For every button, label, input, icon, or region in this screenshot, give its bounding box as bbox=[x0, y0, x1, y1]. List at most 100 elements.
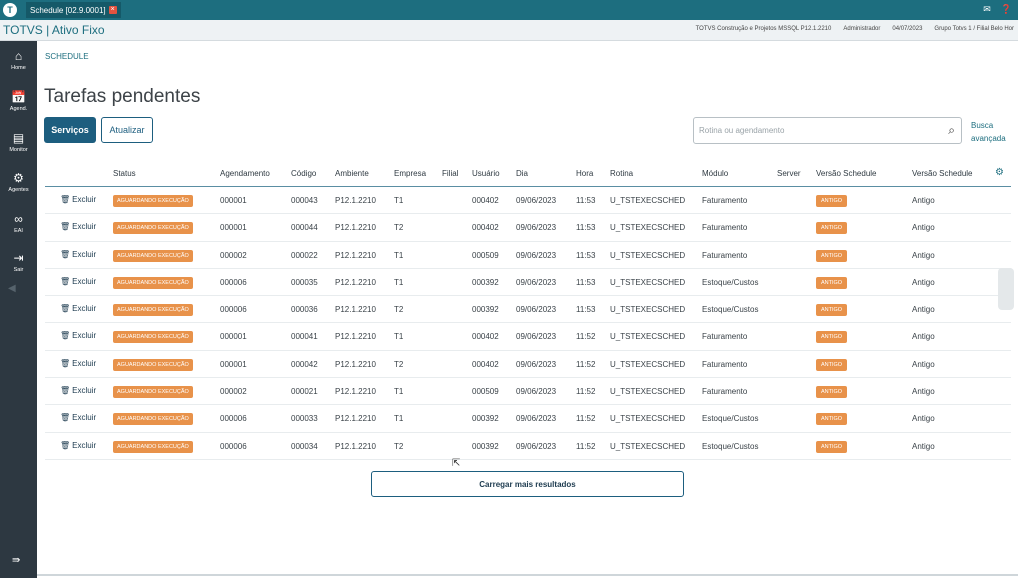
advanced-search-link[interactable]: Busca avançada bbox=[971, 119, 1006, 145]
services-button[interactable]: Serviços bbox=[44, 117, 96, 143]
advanced-search-label-2: avançada bbox=[971, 134, 1006, 143]
cell-dia: 09/06/2023 bbox=[516, 359, 557, 369]
side-scroll-handle[interactable] bbox=[998, 268, 1014, 310]
app-title: TOTVS | Ativo Fixo bbox=[3, 23, 105, 37]
version-badge: ANTIGO bbox=[816, 413, 848, 426]
delete-button[interactable]: 🗑 Excluir bbox=[60, 359, 96, 368]
version-badge: ANTIGO bbox=[816, 386, 848, 399]
table-row[interactable]: 🗑 Excluir AGUARDANDO EXECUÇÃO 000006 000034 P… bbox=[45, 433, 1011, 460]
table-row[interactable]: 🗑 Excluir AGUARDANDO EXECUÇÃO 000001 000041 P… bbox=[45, 323, 1011, 351]
col-usuario[interactable]: Usuário bbox=[472, 169, 500, 178]
delete-button[interactable]: 🗑 Excluir bbox=[60, 331, 96, 340]
sidebar-item-agentes[interactable]: ⚙ Agentes bbox=[0, 171, 37, 193]
expand-menu-icon[interactable]: ⇛ bbox=[12, 555, 20, 566]
cell-modulo: Estoque/Custos bbox=[702, 305, 759, 315]
delete-button[interactable]: 🗑 Excluir bbox=[60, 304, 96, 313]
branch-info: Grupo Totvs 1 / Filial Belo Hor bbox=[934, 26, 1014, 32]
search-input[interactable] bbox=[694, 118, 929, 143]
delete-button[interactable]: 🗑 Excluir bbox=[60, 441, 96, 450]
table-row[interactable]: 🗑 Excluir AGUARDANDO EXECUÇÃO 000006 000036 P… bbox=[45, 296, 1011, 324]
cell-agendamento: 000001 bbox=[220, 359, 247, 369]
sidebar-item-sair[interactable]: ⇥ Sair bbox=[0, 251, 37, 273]
cell-rotina: U_TSTEXECSCHED bbox=[610, 387, 686, 397]
sidebar-item-home[interactable]: ⌂ Home bbox=[0, 49, 37, 71]
cell-ambiente: P12.1.2210 bbox=[335, 223, 376, 233]
product-info: TOTVS Construção e Projetos MSSQL P12.1.… bbox=[695, 26, 832, 32]
delete-label: Excluir bbox=[72, 276, 97, 286]
delete-button[interactable]: 🗑 Excluir bbox=[60, 277, 96, 286]
bottom-divider bbox=[37, 574, 1018, 576]
load-more-button[interactable]: Carregar mais resultados bbox=[371, 471, 684, 497]
cell-modulo: Faturamento bbox=[702, 223, 748, 233]
cell-usuario: 000392 bbox=[472, 441, 499, 451]
cell-dia: 09/06/2023 bbox=[516, 223, 557, 233]
collapse-arrow-icon[interactable]: ◀ bbox=[8, 283, 16, 294]
cell-versao: Antigo bbox=[912, 441, 935, 451]
delete-label: Excluir bbox=[72, 249, 97, 259]
status-badge: AGUARDANDO EXECUÇÃO bbox=[113, 195, 193, 207]
col-codigo[interactable]: Código bbox=[291, 169, 316, 178]
col-versao-schedule-2[interactable]: Versão Schedule bbox=[912, 169, 973, 178]
cell-ambiente: P12.1.2210 bbox=[335, 441, 376, 451]
cell-rotina: U_TSTEXECSCHED bbox=[610, 277, 686, 287]
delete-button[interactable]: 🗑 Excluir bbox=[60, 413, 96, 422]
sidebar-item-eai[interactable]: ∞ EAI bbox=[0, 212, 37, 234]
trash-icon: 🗑 bbox=[60, 249, 71, 259]
table-row[interactable]: 🗑 Excluir AGUARDANDO EXECUÇÃO 000001 000044 P… bbox=[45, 214, 1011, 242]
col-server[interactable]: Server bbox=[777, 169, 801, 178]
sidebar-item-agend[interactable]: 📅 Agend. bbox=[0, 90, 37, 112]
table-row[interactable]: 🗑 Excluir AGUARDANDO EXECUÇÃO 000001 000042 P… bbox=[45, 351, 1011, 379]
delete-button[interactable]: 🗑 Excluir bbox=[60, 222, 96, 231]
col-versao-schedule[interactable]: Versão Schedule bbox=[816, 169, 877, 178]
col-empresa[interactable]: Empresa bbox=[394, 169, 426, 178]
delete-button[interactable]: 🗑 Excluir bbox=[60, 386, 96, 395]
cell-ambiente: P12.1.2210 bbox=[335, 387, 376, 397]
status-badge: AGUARDANDO EXECUÇÃO bbox=[113, 358, 193, 371]
table-row[interactable]: 🗑 Excluir AGUARDANDO EXECUÇÃO 000002 000022 P… bbox=[45, 242, 1011, 269]
cell-hora: 11:52 bbox=[576, 359, 596, 369]
cell-agendamento: 000001 bbox=[220, 332, 247, 342]
cell-empresa: T1 bbox=[394, 250, 404, 260]
breadcrumb[interactable]: SCHEDULE bbox=[45, 52, 89, 61]
cell-empresa: T2 bbox=[394, 223, 404, 233]
col-modulo[interactable]: Módulo bbox=[702, 169, 728, 178]
table-row[interactable]: 🗑 Excluir AGUARDANDO EXECUÇÃO 000001 000043 P… bbox=[45, 187, 1011, 215]
cell-empresa: T1 bbox=[394, 277, 404, 287]
col-dia[interactable]: Dia bbox=[516, 169, 528, 178]
col-filial[interactable]: Filial bbox=[442, 169, 458, 178]
cell-rotina: U_TSTEXECSCHED bbox=[610, 332, 686, 342]
cell-versao: Antigo bbox=[912, 414, 935, 424]
sidebar-item-label: EAI bbox=[14, 228, 23, 234]
table-row[interactable]: 🗑 Excluir AGUARDANDO EXECUÇÃO 000006 000033 P… bbox=[45, 405, 1011, 433]
trash-icon: 🗑 bbox=[60, 276, 71, 286]
table-header: Status Agendamento Código Ambiente Empre… bbox=[45, 165, 1011, 187]
mail-icon[interactable]: ✉ bbox=[983, 4, 991, 15]
col-agendamento[interactable]: Agendamento bbox=[220, 169, 270, 178]
agents-icon: ⚙ bbox=[13, 171, 24, 185]
help-icon[interactable]: ❓ bbox=[1001, 4, 1012, 15]
search-icon[interactable]: ⌕ bbox=[948, 123, 955, 138]
table-settings-gear-icon[interactable]: ⚙ bbox=[995, 167, 1004, 178]
col-ambiente[interactable]: Ambiente bbox=[335, 169, 369, 178]
cell-codigo: 000044 bbox=[291, 223, 318, 233]
cell-rotina: U_TSTEXECSCHED bbox=[610, 196, 686, 205]
col-status[interactable]: Status bbox=[113, 169, 136, 178]
delete-button[interactable]: 🗑 Excluir bbox=[60, 250, 96, 259]
cell-ambiente: P12.1.2210 bbox=[335, 414, 376, 424]
window-tab[interactable]: Schedule [02.9.0001] × bbox=[26, 2, 121, 18]
cell-versao: Antigo bbox=[912, 277, 935, 287]
monitor-icon: ▤ bbox=[12, 131, 25, 145]
sidebar-item-monitor[interactable]: ▤ Monitor bbox=[0, 131, 37, 153]
col-rotina[interactable]: Rotina bbox=[610, 169, 633, 178]
table-row[interactable]: 🗑 Excluir AGUARDANDO EXECUÇÃO 000002 000021 P… bbox=[45, 378, 1011, 406]
table-row[interactable]: 🗑 Excluir AGUARDANDO EXECUÇÃO 000006 000035 P… bbox=[45, 269, 1011, 297]
cell-agendamento: 000001 bbox=[220, 223, 247, 233]
cell-dia: 09/06/2023 bbox=[516, 250, 557, 260]
delete-button[interactable]: 🗑 Excluir bbox=[60, 195, 96, 204]
date-info: 04/07/2023 bbox=[892, 26, 923, 32]
tab-close-icon[interactable]: × bbox=[108, 6, 117, 14]
cell-dia: 09/06/2023 bbox=[516, 441, 557, 451]
col-hora[interactable]: Hora bbox=[576, 169, 593, 178]
refresh-button[interactable]: Atualizar bbox=[101, 117, 153, 143]
cell-codigo: 000034 bbox=[291, 441, 318, 451]
